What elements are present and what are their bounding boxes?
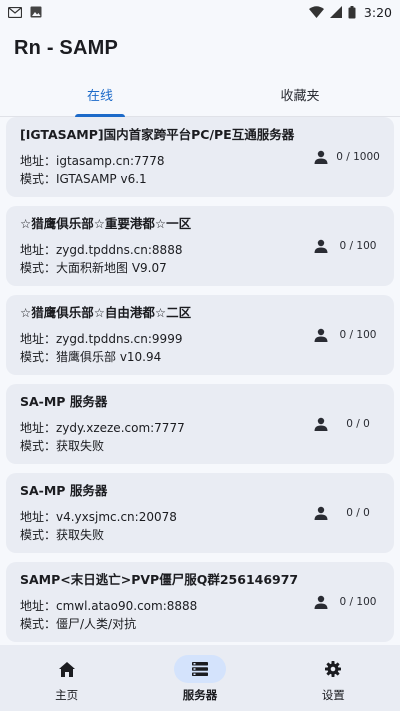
image-icon [30,6,42,18]
nav-servers-label: 服务器 [182,688,218,702]
tab-online[interactable]: 在线 [0,72,200,117]
person-icon [314,506,328,520]
player-count: 0 / 100 [339,596,377,608]
nav-home-label: 主页 [55,688,79,702]
player-count: 0 / 1000 [336,151,380,163]
server-card[interactable]: [IGTASAMP]国内首家跨平台PC/PE互通服务器 地址：igtasamp.… [6,117,394,197]
cellular-icon [329,6,342,18]
nav-servers-icon-wrap [173,655,226,683]
wifi-icon [308,6,324,18]
status-time: 3:20 [363,4,392,20]
nav-settings-label: 设置 [321,688,345,702]
server-card[interactable]: SA-MP 服务器 地址：v4.yxsjmc.cn:20078 模式：获取失败 … [6,473,394,553]
server-card[interactable]: ☆猎鹰俱乐部☆重要港都☆一区 地址：zygd.tpddns.cn:8888 模式… [6,206,394,286]
server-card[interactable]: ☆猎鹰俱乐部☆自由港都☆二区 地址：zygd.tpddns.cn:9999 模式… [6,295,394,375]
app-title: Rn - SAMP [14,36,119,59]
tab-favorites-label: 收藏夹 [280,88,320,104]
server-list-icon [191,662,208,676]
battery-icon [348,5,356,18]
tab-bar: 在线 收藏夹 [0,72,400,117]
tab-favorites[interactable]: 收藏夹 [200,72,400,116]
server-card[interactable]: SA-MP 服务器 地址：zydy.xzeze.com:7777 模式：获取失败… [6,384,394,464]
nav-settings[interactable]: 设置 [267,645,400,711]
player-count: 0 / 100 [339,329,377,341]
nav-servers[interactable]: 服务器 [133,645,266,711]
gmail-icon [8,6,22,18]
tab-online-label: 在线 [86,88,113,104]
app-bar: Rn - SAMP [0,24,400,72]
person-icon [314,417,328,431]
nav-home-icon-wrap [41,655,93,683]
person-icon [314,595,328,609]
gear-icon [325,661,342,677]
person-icon [314,150,328,164]
person-icon [314,328,328,342]
player-count: 0 / 0 [346,418,370,430]
person-icon [314,239,328,253]
bottom-navigation: 主页 服务器 设置 [0,645,400,711]
nav-settings-icon-wrap [307,655,359,683]
status-bar: 3:20 [0,0,400,24]
server-list[interactable]: [IGTASAMP]国内首家跨平台PC/PE互通服务器 地址：igtasamp.… [6,117,394,645]
player-count: 0 / 100 [339,240,377,252]
home-icon [58,661,75,677]
nav-home[interactable]: 主页 [0,645,133,711]
server-card[interactable]: SAMP<末日逃亡>PVP僵尸服Q群256146977 地址：cmwl.atao… [6,562,394,642]
player-count: 0 / 0 [346,507,370,519]
